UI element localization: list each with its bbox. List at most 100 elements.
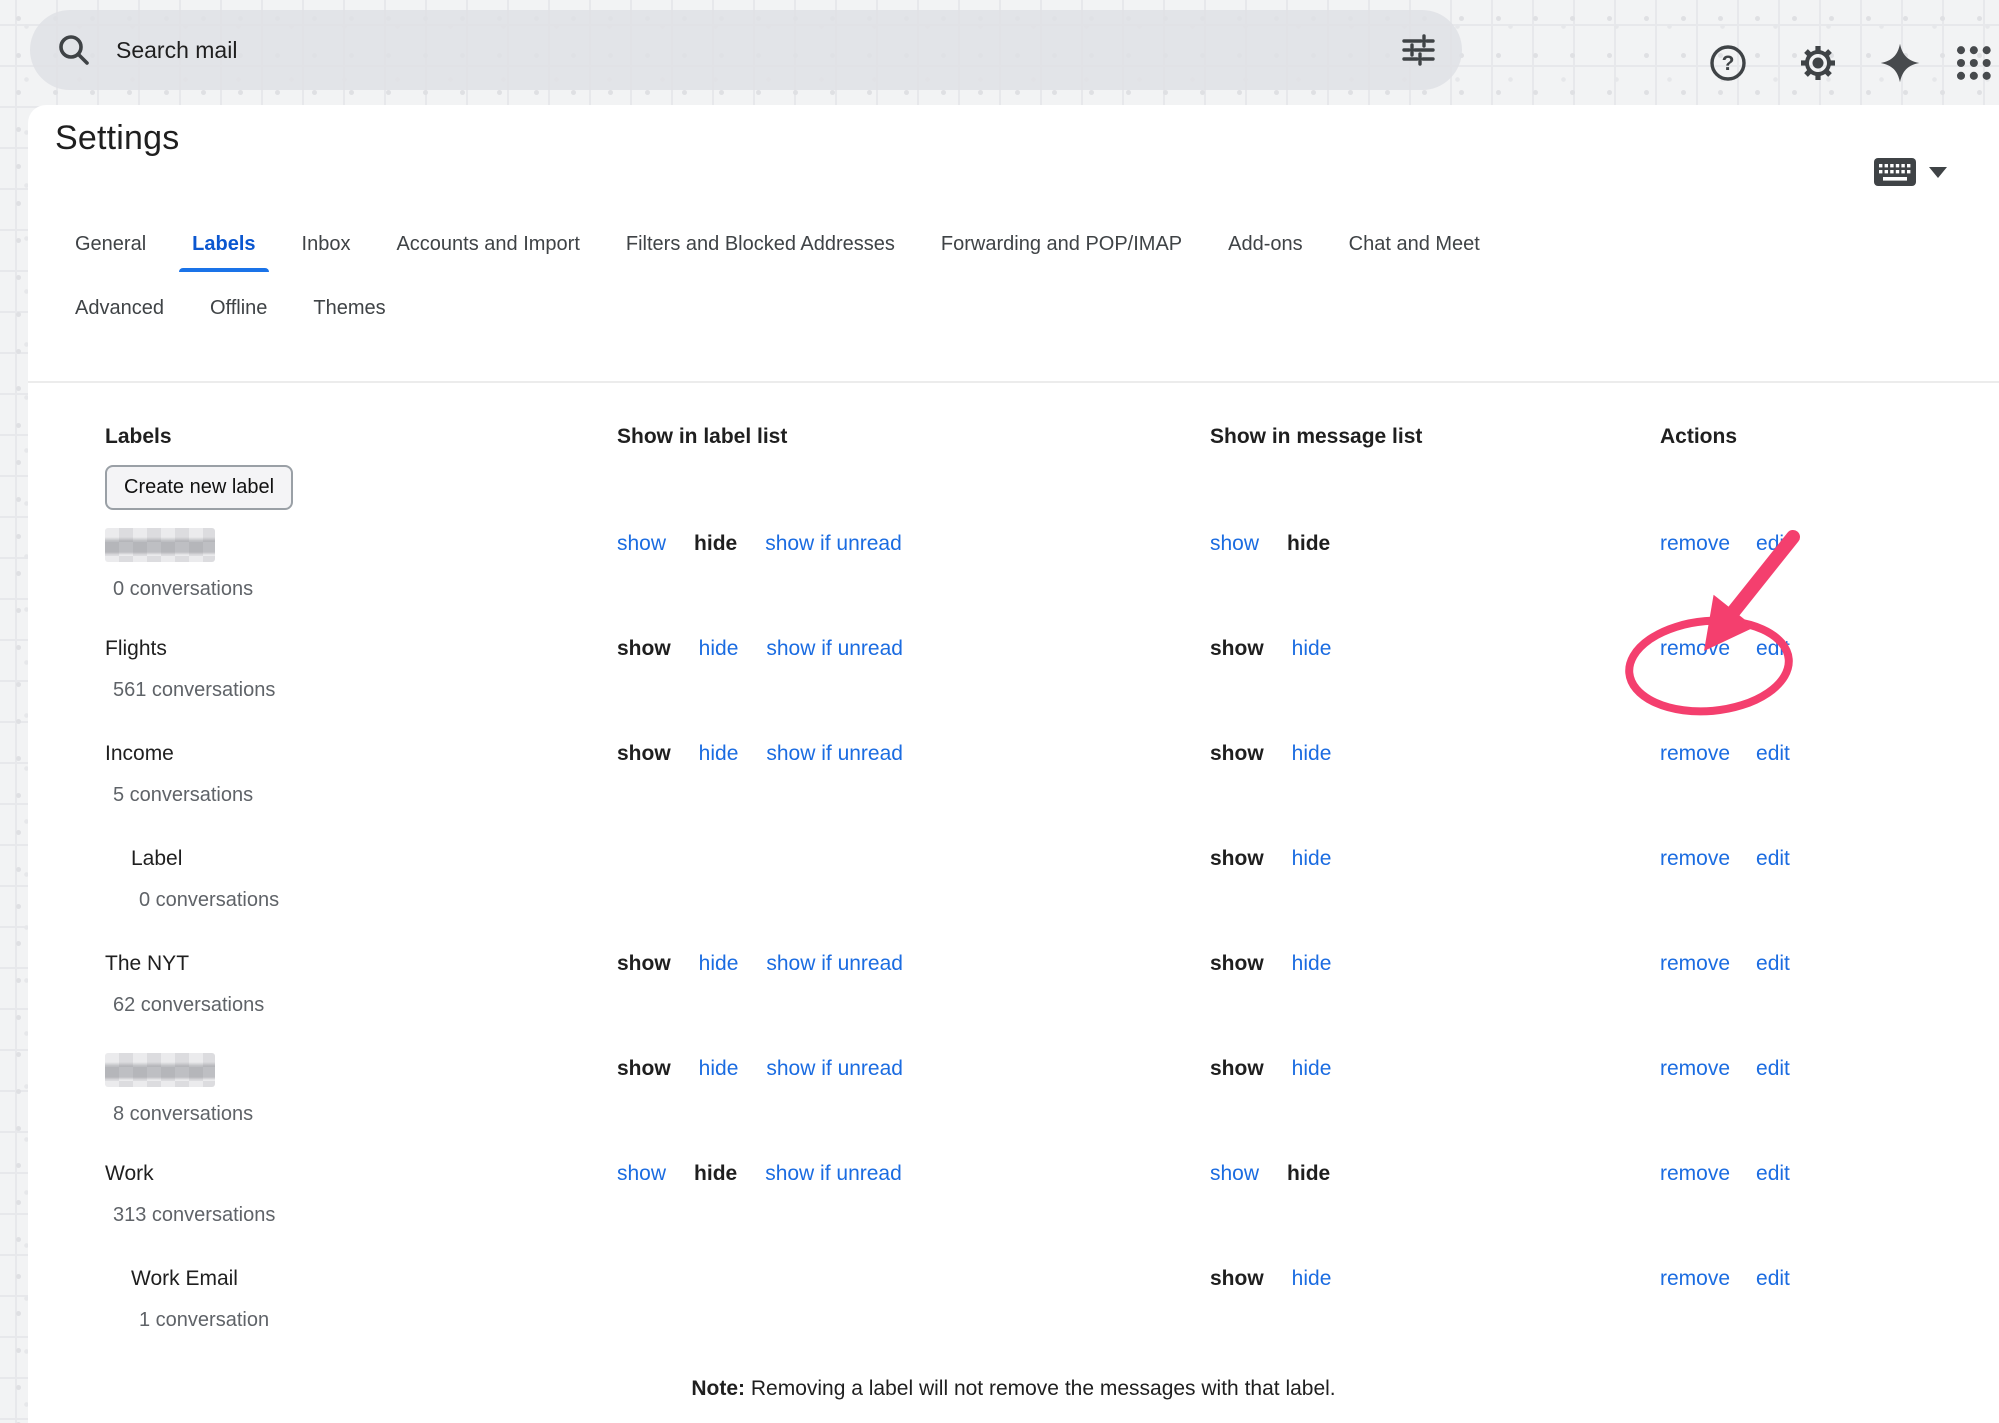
- hide-option[interactable]: hide: [699, 740, 739, 768]
- hide-option[interactable]: hide: [1292, 1055, 1332, 1083]
- input-tools[interactable]: [1873, 157, 1947, 187]
- help-icon: ?: [1706, 41, 1750, 85]
- show-option: show: [617, 740, 671, 768]
- hide-option[interactable]: hide: [1292, 740, 1332, 768]
- show-option[interactable]: show: [617, 530, 666, 558]
- show-in-label-list-cell: showhideshow if unread: [617, 1055, 1210, 1126]
- search-bar[interactable]: [30, 10, 1462, 90]
- tab-filters-and-blocked-addresses[interactable]: Filters and Blocked Addresses: [626, 233, 895, 272]
- tab-themes[interactable]: Themes: [313, 297, 385, 336]
- remove-option[interactable]: remove: [1660, 530, 1730, 558]
- show-if-unread-option[interactable]: show if unread: [766, 635, 903, 663]
- label-name: Work: [105, 1160, 617, 1188]
- show-option[interactable]: show: [617, 1160, 666, 1188]
- edit-option[interactable]: edit: [1756, 1055, 1790, 1083]
- tabs-divider: [28, 381, 1999, 383]
- remove-option[interactable]: remove: [1660, 950, 1730, 978]
- edit-option[interactable]: edit: [1756, 1160, 1790, 1188]
- tune-icon[interactable]: [1400, 32, 1436, 68]
- hide-option[interactable]: hide: [699, 950, 739, 978]
- show-in-message-list-cell: showhide: [1210, 1055, 1660, 1126]
- show-in-message-list-cell: show hide: [1210, 950, 1660, 1017]
- show-in-message-list-cell: showhide: [1210, 845, 1660, 912]
- tab-inbox[interactable]: Inbox: [302, 233, 351, 272]
- search-input[interactable]: [114, 36, 1400, 65]
- show-if-unread-option[interactable]: show if unread: [766, 950, 903, 978]
- show-if-unread-option[interactable]: show if unread: [766, 1055, 903, 1083]
- actions-cell: remove edit: [1660, 740, 1895, 807]
- show-if-unread-option[interactable]: show if unread: [766, 740, 903, 768]
- remove-option[interactable]: remove: [1660, 1055, 1730, 1083]
- edit-option[interactable]: edit: [1756, 530, 1790, 558]
- edit-option[interactable]: edit: [1756, 740, 1790, 768]
- show-in-label-list-cell: showhideshow if unread: [617, 530, 1210, 601]
- show-option[interactable]: show: [1210, 1160, 1259, 1188]
- show-if-unread-option[interactable]: show if unread: [765, 1160, 902, 1188]
- show-option: show: [617, 635, 671, 663]
- hide-option[interactable]: hide: [1292, 950, 1332, 978]
- table-row: Work 313 conversations showhideshow if u…: [105, 1160, 1895, 1265]
- labels-table: 0 conversations show hide show if unread s…: [105, 530, 1895, 1370]
- actions-cell: remove edit: [1660, 1055, 1895, 1126]
- label-cell: Work Email 1 conversation: [105, 1265, 617, 1332]
- show-in-label-list-cell: show hide show if unread: [617, 740, 1210, 807]
- show-in-message-list-cell: showhide: [1210, 1265, 1660, 1332]
- actions-cell: remove edit: [1660, 635, 1895, 702]
- note-text: Removing a label will not remove the mes…: [745, 1377, 1336, 1400]
- remove-option[interactable]: remove: [1660, 845, 1730, 873]
- tab-forwarding-and-pop-imap[interactable]: Forwarding and POP/IMAP: [941, 233, 1182, 272]
- show-option: show: [1210, 950, 1264, 978]
- tab-offline[interactable]: Offline: [210, 297, 267, 336]
- show-in-label-list-cell: show hide show if unread: [617, 635, 1210, 702]
- tab-accounts-and-import[interactable]: Accounts and Import: [396, 233, 579, 272]
- show-option[interactable]: show: [1210, 530, 1259, 558]
- header-labels: Labels: [105, 425, 617, 449]
- svg-text:?: ?: [1722, 52, 1735, 75]
- label-cell: Label 0 conversations: [105, 845, 617, 912]
- gemini-sparkle-icon: [1878, 41, 1922, 85]
- gemini-button[interactable]: [1878, 41, 1922, 85]
- label-name: Flights: [105, 635, 617, 663]
- header-actions: Actions: [1660, 425, 1895, 449]
- note-prefix: Note:: [691, 1377, 745, 1400]
- tab-chat-and-meet[interactable]: Chat and Meet: [1349, 233, 1480, 272]
- edit-option[interactable]: edit: [1756, 845, 1790, 873]
- page-title: Settings: [55, 119, 179, 158]
- actions-cell: remove edit: [1660, 1265, 1895, 1332]
- edit-option[interactable]: edit: [1756, 635, 1790, 663]
- conversation-count: 5 conversations: [105, 784, 617, 807]
- hide-option[interactable]: hide: [1292, 1265, 1332, 1293]
- settings-button[interactable]: [1796, 41, 1840, 85]
- create-new-label-button[interactable]: Create new label: [105, 465, 293, 510]
- hide-option[interactable]: hide: [1292, 635, 1332, 663]
- edit-option[interactable]: edit: [1756, 1265, 1790, 1293]
- hide-option[interactable]: hide: [699, 635, 739, 663]
- show-if-unread-option[interactable]: show if unread: [765, 530, 902, 558]
- show-in-message-list-cell: showhide: [1210, 635, 1660, 702]
- show-in-message-list-cell: showhide: [1210, 1160, 1660, 1227]
- table-row: Income 5 conversations showhideshow if u…: [105, 740, 1895, 845]
- help-button[interactable]: ?: [1706, 41, 1750, 85]
- edit-option[interactable]: edit: [1756, 950, 1790, 978]
- header-show-in-message-list: Show in message list: [1210, 425, 1660, 449]
- hide-option[interactable]: hide: [1292, 845, 1332, 873]
- settings-gear-icon: [1796, 41, 1840, 85]
- tab-advanced[interactable]: Advanced: [75, 297, 164, 336]
- actions-cell: remove edit: [1660, 530, 1895, 601]
- remove-option[interactable]: remove: [1660, 1265, 1730, 1293]
- tab-add-ons[interactable]: Add-ons: [1228, 233, 1303, 272]
- show-in-label-list-cell: [617, 1265, 1210, 1332]
- remove-option[interactable]: remove: [1660, 1160, 1730, 1188]
- label-cell: 0 conversations: [105, 530, 617, 601]
- remove-option[interactable]: remove: [1660, 635, 1730, 663]
- conversation-count: 1 conversation: [105, 1309, 617, 1332]
- conversation-count: 62 conversations: [105, 994, 617, 1017]
- apps-button[interactable]: [1950, 41, 1994, 85]
- hide-option[interactable]: hide: [699, 1055, 739, 1083]
- show-in-label-list-cell: showhideshow if unread: [617, 950, 1210, 1017]
- actions-cell: remove edit: [1660, 845, 1895, 912]
- hide-option: hide: [1287, 530, 1330, 558]
- tab-general[interactable]: General: [75, 233, 146, 272]
- tab-labels[interactable]: Labels: [192, 233, 255, 272]
- remove-option[interactable]: remove: [1660, 740, 1730, 768]
